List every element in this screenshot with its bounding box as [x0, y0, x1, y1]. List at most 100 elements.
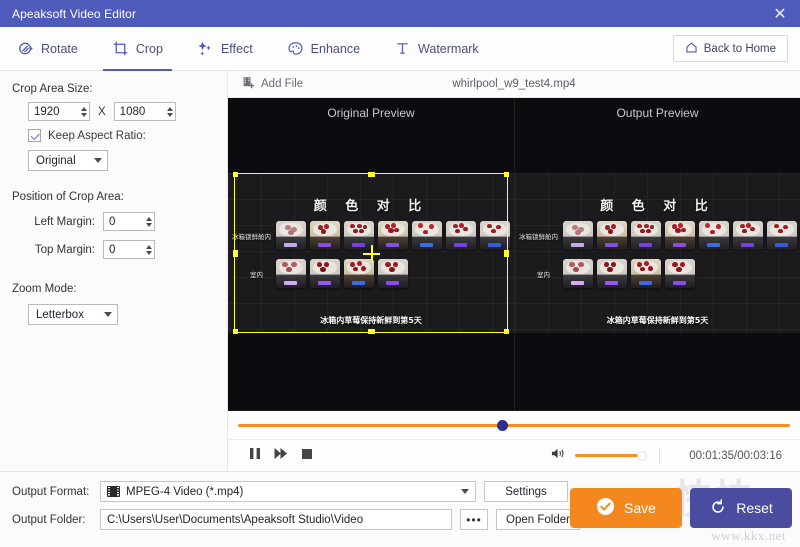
back-to-home-button[interactable]: Back to Home: [673, 35, 788, 62]
crop-height-stepper[interactable]: 1080: [114, 102, 176, 121]
tab-rotate[interactable]: Rotate: [0, 27, 95, 71]
chevron-down-icon: [94, 158, 102, 163]
video-overlay-title: 颜 色 对 比: [515, 195, 800, 214]
berry-thumb: [665, 221, 695, 250]
control-row: 00:01:35/00:03:16: [228, 439, 800, 471]
berry-thumb: [767, 221, 797, 250]
keep-aspect-ratio-row[interactable]: Keep Aspect Ratio:: [0, 129, 227, 142]
crop-width-stepper[interactable]: 1920: [28, 102, 90, 121]
time-display: 00:01:35/00:03:16: [676, 450, 786, 462]
left-margin-stepper[interactable]: 0: [103, 212, 155, 231]
seek-row: [228, 411, 800, 439]
left-margin-value: 0: [109, 216, 115, 228]
video-row-label-2: 室内: [250, 269, 263, 279]
chevron-down-icon: [461, 489, 469, 494]
zoom-mode-label: Zoom Mode:: [0, 283, 227, 295]
berry-thumb: [412, 221, 442, 250]
seek-thumb[interactable]: [497, 420, 508, 431]
keep-aspect-ratio-label: Keep Aspect Ratio:: [48, 130, 146, 142]
berry-thumb: [276, 221, 306, 250]
berry-thumb: [446, 221, 476, 250]
video-caption: 冰箱内草莓保持新鲜到第5天: [228, 315, 514, 326]
original-video-frame: 颜 色 对 比 冰箱锁鲜舱内 室内: [228, 173, 514, 333]
video-row-label-1: 冰箱锁鲜舱内: [232, 231, 271, 241]
fast-forward-icon: [274, 447, 288, 465]
zoom-mode-value: Letterbox: [36, 309, 84, 321]
top-margin-arrows[interactable]: [140, 245, 152, 255]
output-format-select[interactable]: MPEG-4 Video (*.mp4): [100, 481, 476, 502]
tab-crop[interactable]: Crop: [95, 27, 180, 71]
speaker-icon[interactable]: [551, 447, 566, 465]
zoom-mode-select[interactable]: Letterbox: [28, 304, 118, 325]
original-preview-title: Original Preview: [228, 106, 514, 120]
crop-height-arrows[interactable]: [161, 107, 173, 117]
crop-width-arrows[interactable]: [75, 107, 87, 117]
crop-height-value: 1080: [120, 106, 146, 118]
aspect-ratio-row: Original: [0, 150, 227, 171]
output-folder-label: Output Folder:: [12, 514, 92, 526]
tab-effect-label: Effect: [221, 42, 253, 56]
crop-area-size-label: Crop Area Size:: [0, 83, 227, 95]
crop-settings-panel: Crop Area Size: 1920 X 1080: [0, 71, 228, 471]
output-preview-pane[interactable]: Output Preview 颜 色 对 比 冰箱锁鲜舱内 室内: [514, 98, 800, 410]
output-folder-input[interactable]: C:\Users\User\Documents\Apeaksoft Studio…: [100, 509, 452, 530]
chevron-down-icon: [104, 312, 112, 317]
top-margin-row: Top Margin: 0: [0, 240, 227, 259]
file-bar: Add File whirlpool_w9_test4.mp4: [228, 71, 800, 98]
volume-thumb[interactable]: [637, 451, 647, 461]
volume-control[interactable]: [551, 447, 643, 465]
home-icon: [685, 41, 698, 57]
tab-watermark[interactable]: Watermark: [377, 27, 496, 71]
reset-label: Reset: [736, 500, 773, 516]
seek-slider[interactable]: [238, 424, 790, 427]
top-margin-stepper[interactable]: 0: [103, 240, 155, 259]
reset-button[interactable]: Reset: [690, 488, 792, 528]
aspect-ratio-select[interactable]: Original: [28, 150, 108, 171]
fast-forward-button[interactable]: [268, 443, 294, 469]
add-file-button[interactable]: Add File: [228, 76, 303, 92]
tab-enhance-label: Enhance: [311, 42, 360, 56]
berry-thumb: [310, 221, 340, 250]
tab-enhance[interactable]: Enhance: [270, 27, 377, 71]
left-margin-row: Left Margin: 0: [0, 212, 227, 231]
rotate-icon: [17, 40, 34, 57]
add-file-icon: [242, 76, 255, 92]
berry-thumb: [344, 259, 374, 288]
berry-thumb: [378, 221, 408, 250]
crop-size-row: 1920 X 1080: [0, 102, 227, 121]
output-folder-value: C:\Users\User\Documents\Apeaksoft Studio…: [107, 514, 363, 526]
crop-icon: [112, 40, 129, 57]
pause-button[interactable]: [242, 443, 268, 469]
check-circle-icon: [596, 497, 615, 519]
position-label: Position of Crop Area:: [0, 191, 227, 203]
playback-controls: 00:01:35/00:03:16: [228, 410, 800, 471]
video-row-label-2: 室内: [537, 269, 550, 279]
berry-thumb: [631, 259, 661, 288]
tab-effect[interactable]: Effect: [180, 27, 270, 71]
video-file-icon: [107, 486, 120, 497]
text-t-icon: [394, 40, 411, 57]
save-button[interactable]: Save: [570, 488, 682, 528]
save-label: Save: [624, 500, 656, 516]
output-format-label: Output Format:: [12, 486, 92, 498]
app-window: Apeaksoft Video Editor ✕ Rotate: [0, 0, 800, 547]
berry-thumb: [699, 221, 729, 250]
berry-thumb: [665, 259, 695, 288]
stop-button[interactable]: [294, 443, 320, 469]
tab-rotate-label: Rotate: [41, 42, 78, 56]
keep-aspect-ratio-checkbox[interactable]: [28, 129, 41, 142]
size-separator: X: [96, 106, 108, 118]
video-row-label-1: 冰箱锁鲜舱内: [519, 231, 558, 241]
berry-thumb: [480, 221, 510, 250]
volume-slider[interactable]: [575, 454, 643, 457]
original-preview-pane[interactable]: Original Preview 颜 色 对 比 冰箱锁鲜舱内 室内: [228, 98, 514, 410]
control-divider: [659, 448, 660, 463]
output-video-frame: 颜 色 对 比 冰箱锁鲜舱内 室内: [515, 173, 800, 333]
open-folder-button[interactable]: Open Folder: [496, 509, 580, 530]
add-file-label: Add File: [261, 78, 303, 90]
browse-folder-button[interactable]: •••: [460, 509, 488, 530]
left-margin-arrows[interactable]: [140, 217, 152, 227]
settings-button[interactable]: Settings: [484, 481, 568, 502]
close-icon[interactable]: ✕: [760, 0, 800, 27]
preview-stage: Original Preview 颜 色 对 比 冰箱锁鲜舱内 室内: [228, 98, 800, 410]
